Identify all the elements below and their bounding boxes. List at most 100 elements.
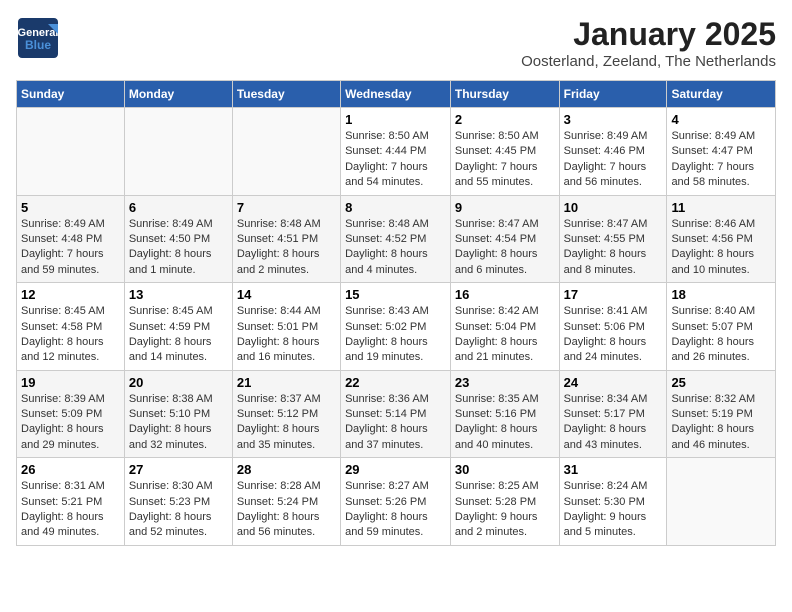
day-info: Sunrise: 8:37 AM Sunset: 5:12 PM Dayligh… <box>237 392 336 454</box>
day-number: 31 <box>564 462 663 477</box>
day-info: Sunrise: 8:41 AM Sunset: 5:06 PM Dayligh… <box>564 304 663 366</box>
day-number: 13 <box>129 287 228 302</box>
day-info: Sunrise: 8:25 AM Sunset: 5:28 PM Dayligh… <box>455 479 555 541</box>
day-info: Sunrise: 8:42 AM Sunset: 5:04 PM Dayligh… <box>455 304 555 366</box>
calendar-cell: 19 Sunrise: 8:39 AM Sunset: 5:09 PM Dayli… <box>17 370 125 458</box>
day-info: Sunrise: 8:28 AM Sunset: 5:24 PM Dayligh… <box>237 479 336 541</box>
calendar-week-row: 5 Sunrise: 8:49 AM Sunset: 4:48 PM Daylig… <box>17 195 776 283</box>
day-info: Sunrise: 8:50 AM Sunset: 4:45 PM Dayligh… <box>455 129 555 191</box>
day-number: 29 <box>345 462 446 477</box>
day-number: 19 <box>21 375 120 390</box>
weekday-header: Tuesday <box>232 81 340 108</box>
day-number: 5 <box>21 200 120 215</box>
day-number: 3 <box>564 112 663 127</box>
calendar-cell: 29 Sunrise: 8:27 AM Sunset: 5:26 PM Dayli… <box>341 458 451 546</box>
day-info: Sunrise: 8:47 AM Sunset: 4:54 PM Dayligh… <box>455 217 555 279</box>
day-number: 9 <box>455 200 555 215</box>
calendar-cell <box>124 108 232 196</box>
calendar-cell: 1Sunrise: 8:50 AM Sunset: 4:44 PM Daylig… <box>341 108 451 196</box>
calendar-cell: 10Sunrise: 8:47 AM Sunset: 4:55 PM Dayli… <box>559 195 667 283</box>
calendar-cell: 26Sunrise: 8:31 AM Sunset: 5:21 PM Dayli… <box>17 458 125 546</box>
calendar-cell: 14 Sunrise: 8:44 AM Sunset: 5:01 PM Dayli… <box>232 283 340 371</box>
day-number: 22 <box>345 375 446 390</box>
calendar-cell: 3Sunrise: 8:49 AM Sunset: 4:46 PM Daylig… <box>559 108 667 196</box>
calendar-header-row: SundayMondayTuesdayWednesdayThursdayFrid… <box>17 81 776 108</box>
calendar-cell: 28 Sunrise: 8:28 AM Sunset: 5:24 PM Dayli… <box>232 458 340 546</box>
calendar-cell: 24Sunrise: 8:34 AM Sunset: 5:17 PM Dayli… <box>559 370 667 458</box>
day-info: Sunrise: 8:46 AM Sunset: 4:56 PM Dayligh… <box>671 217 771 279</box>
logo: General Blue <box>16 16 66 65</box>
calendar-cell: 7 Sunrise: 8:48 AM Sunset: 4:51 PM Daylig… <box>232 195 340 283</box>
calendar-cell: 25 Sunrise: 8:32 AM Sunset: 5:19 PM Dayli… <box>667 370 776 458</box>
day-info: Sunrise: 8:31 AM Sunset: 5:21 PM Dayligh… <box>21 479 120 541</box>
day-number: 4 <box>671 112 771 127</box>
day-info: Sunrise: 8:32 AM Sunset: 5:19 PM Dayligh… <box>671 392 771 454</box>
day-info: Sunrise: 8:27 AM Sunset: 5:26 PM Dayligh… <box>345 479 446 541</box>
calendar-cell: 5 Sunrise: 8:49 AM Sunset: 4:48 PM Daylig… <box>17 195 125 283</box>
day-info: Sunrise: 8:34 AM Sunset: 5:17 PM Dayligh… <box>564 392 663 454</box>
calendar-cell: 9 Sunrise: 8:47 AM Sunset: 4:54 PM Daylig… <box>450 195 559 283</box>
day-info: Sunrise: 8:35 AM Sunset: 5:16 PM Dayligh… <box>455 392 555 454</box>
weekday-header: Thursday <box>450 81 559 108</box>
day-info: Sunrise: 8:24 AM Sunset: 5:30 PM Dayligh… <box>564 479 663 541</box>
calendar-cell: 21 Sunrise: 8:37 AM Sunset: 5:12 PM Dayli… <box>232 370 340 458</box>
page-header: General Blue January 2025 Oosterland, Ze… <box>16 16 776 70</box>
day-number: 18 <box>671 287 771 302</box>
weekday-header: Sunday <box>17 81 125 108</box>
day-info: Sunrise: 8:48 AM Sunset: 4:52 PM Dayligh… <box>345 217 446 279</box>
day-info: Sunrise: 8:45 AM Sunset: 4:59 PM Dayligh… <box>129 304 228 366</box>
day-number: 7 <box>237 200 336 215</box>
day-info: Sunrise: 8:43 AM Sunset: 5:02 PM Dayligh… <box>345 304 446 366</box>
calendar-cell: 23 Sunrise: 8:35 AM Sunset: 5:16 PM Dayli… <box>450 370 559 458</box>
calendar-cell: 31 Sunrise: 8:24 AM Sunset: 5:30 PM Dayli… <box>559 458 667 546</box>
day-number: 8 <box>345 200 446 215</box>
day-info: Sunrise: 8:49 AM Sunset: 4:47 PM Dayligh… <box>671 129 771 191</box>
day-info: Sunrise: 8:49 AM Sunset: 4:50 PM Dayligh… <box>129 217 228 279</box>
calendar-cell: 27Sunrise: 8:30 AM Sunset: 5:23 PM Dayli… <box>124 458 232 546</box>
calendar-cell: 20Sunrise: 8:38 AM Sunset: 5:10 PM Dayli… <box>124 370 232 458</box>
calendar-cell: 22 Sunrise: 8:36 AM Sunset: 5:14 PM Dayli… <box>341 370 451 458</box>
day-number: 10 <box>564 200 663 215</box>
day-info: Sunrise: 8:48 AM Sunset: 4:51 PM Dayligh… <box>237 217 336 279</box>
day-number: 25 <box>671 375 771 390</box>
day-info: Sunrise: 8:30 AM Sunset: 5:23 PM Dayligh… <box>129 479 228 541</box>
day-info: Sunrise: 8:50 AM Sunset: 4:44 PM Dayligh… <box>345 129 446 191</box>
day-number: 30 <box>455 462 555 477</box>
calendar-cell: 13 Sunrise: 8:45 AM Sunset: 4:59 PM Dayli… <box>124 283 232 371</box>
day-info: Sunrise: 8:49 AM Sunset: 4:48 PM Dayligh… <box>21 217 120 279</box>
calendar-week-row: 1Sunrise: 8:50 AM Sunset: 4:44 PM Daylig… <box>17 108 776 196</box>
location-title: Oosterland, Zeeland, The Netherlands <box>521 53 776 70</box>
day-info: Sunrise: 8:36 AM Sunset: 5:14 PM Dayligh… <box>345 392 446 454</box>
title-block: January 2025 Oosterland, Zeeland, The Ne… <box>521 16 776 70</box>
day-info: Sunrise: 8:44 AM Sunset: 5:01 PM Dayligh… <box>237 304 336 366</box>
weekday-header: Friday <box>559 81 667 108</box>
calendar-week-row: 19 Sunrise: 8:39 AM Sunset: 5:09 PM Dayli… <box>17 370 776 458</box>
day-number: 21 <box>237 375 336 390</box>
day-info: Sunrise: 8:39 AM Sunset: 5:09 PM Dayligh… <box>21 392 120 454</box>
calendar-cell: 15Sunrise: 8:43 AM Sunset: 5:02 PM Dayli… <box>341 283 451 371</box>
calendar-cell: 16 Sunrise: 8:42 AM Sunset: 5:04 PM Dayli… <box>450 283 559 371</box>
calendar-cell: 4 Sunrise: 8:49 AM Sunset: 4:47 PM Daylig… <box>667 108 776 196</box>
calendar-cell: 30 Sunrise: 8:25 AM Sunset: 5:28 PM Dayli… <box>450 458 559 546</box>
weekday-header: Monday <box>124 81 232 108</box>
day-number: 2 <box>455 112 555 127</box>
day-number: 23 <box>455 375 555 390</box>
calendar-cell: 2 Sunrise: 8:50 AM Sunset: 4:45 PM Daylig… <box>450 108 559 196</box>
day-number: 28 <box>237 462 336 477</box>
logo-icon: General Blue <box>16 16 60 60</box>
day-number: 14 <box>237 287 336 302</box>
calendar-cell <box>667 458 776 546</box>
calendar-cell: 12Sunrise: 8:45 AM Sunset: 4:58 PM Dayli… <box>17 283 125 371</box>
calendar-week-row: 12Sunrise: 8:45 AM Sunset: 4:58 PM Dayli… <box>17 283 776 371</box>
calendar-cell: 8 Sunrise: 8:48 AM Sunset: 4:52 PM Daylig… <box>341 195 451 283</box>
day-number: 11 <box>671 200 771 215</box>
month-title: January 2025 <box>521 16 776 53</box>
svg-text:Blue: Blue <box>25 38 51 52</box>
day-number: 12 <box>21 287 120 302</box>
day-number: 17 <box>564 287 663 302</box>
day-number: 16 <box>455 287 555 302</box>
calendar-cell <box>17 108 125 196</box>
weekday-header: Wednesday <box>341 81 451 108</box>
calendar-cell: 6Sunrise: 8:49 AM Sunset: 4:50 PM Daylig… <box>124 195 232 283</box>
calendar-cell: 11 Sunrise: 8:46 AM Sunset: 4:56 PM Dayli… <box>667 195 776 283</box>
